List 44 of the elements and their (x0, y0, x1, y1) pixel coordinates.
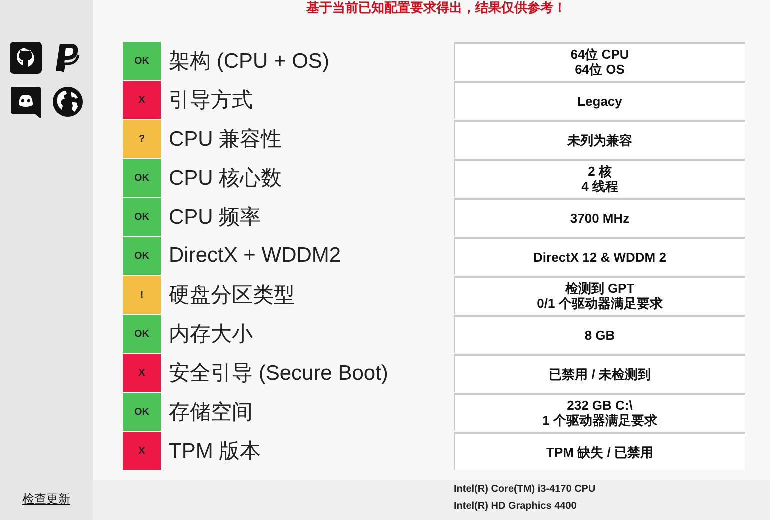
check-label: CPU 兼容性 (168, 127, 284, 153)
value-text: 232 GB C:\ (567, 398, 633, 413)
value-text: Legacy (578, 94, 622, 108)
status-badge: X (123, 354, 161, 392)
check-label: CPU 核心数 (168, 166, 284, 192)
check-update-link[interactable]: 检查更新 (22, 491, 70, 508)
value-text: 已禁用 / 未检测到 (549, 366, 651, 382)
status-badge: X (123, 81, 161, 119)
value-text: 1 个驱动器满足要求 (542, 413, 658, 428)
status-badge: OK (123, 393, 161, 431)
value-text: 未列为兼容 (568, 132, 632, 148)
check-label: DirectX + WDDM2 (168, 243, 342, 269)
gpu-text: Intel(R) HD Graphics 4400 (454, 501, 578, 512)
status-badge: X (123, 432, 161, 470)
value-text: TPM 缺失 / 已禁用 (546, 444, 654, 460)
value-text: 3700 MHz (570, 210, 630, 226)
value-text: 4 线程 (582, 179, 618, 194)
check-label: CPU 频率 (168, 205, 262, 231)
cpu-text: Intel(R) Core(TM) i3-4170 CPU (454, 484, 597, 495)
value-text: 64位 OS (575, 62, 625, 77)
check-label: 硬盘分区类型 (168, 283, 296, 309)
status-badge: ! (123, 276, 161, 314)
value-text: 8 GB (584, 328, 616, 342)
value-text: 0/1 个驱动器满足要求 (537, 296, 663, 311)
globe-icon[interactable] (52, 86, 84, 118)
check-label: 安全引导 (Secure Boot) (168, 361, 390, 387)
status-badge: OK (123, 42, 161, 80)
check-label: 引导方式 (168, 88, 254, 114)
check-label: 存储空间 (168, 400, 254, 426)
value-text: 64位 CPU (570, 47, 630, 62)
status-badge: ? (123, 120, 161, 158)
status-badge: OK (123, 315, 161, 353)
status-badge: OK (123, 159, 161, 197)
status-badge: OK (123, 198, 161, 236)
check-label: TPM 版本 (168, 439, 262, 465)
value-text: 2 核 (588, 164, 612, 179)
value-text: 检测到 GPT (565, 281, 635, 296)
check-label: 架构 (CPU + OS) (168, 49, 330, 75)
status-badge: OK (123, 237, 161, 275)
notice-text: 基于当前已知配置要求得出，结果仅供参考！ (306, 0, 568, 17)
value-text: DirectX 12 & WDDM 2 (534, 250, 666, 264)
chat-logo-icon[interactable] (10, 86, 42, 118)
check-label: 内存大小 (168, 322, 254, 348)
cat-logo-icon[interactable] (10, 42, 42, 74)
